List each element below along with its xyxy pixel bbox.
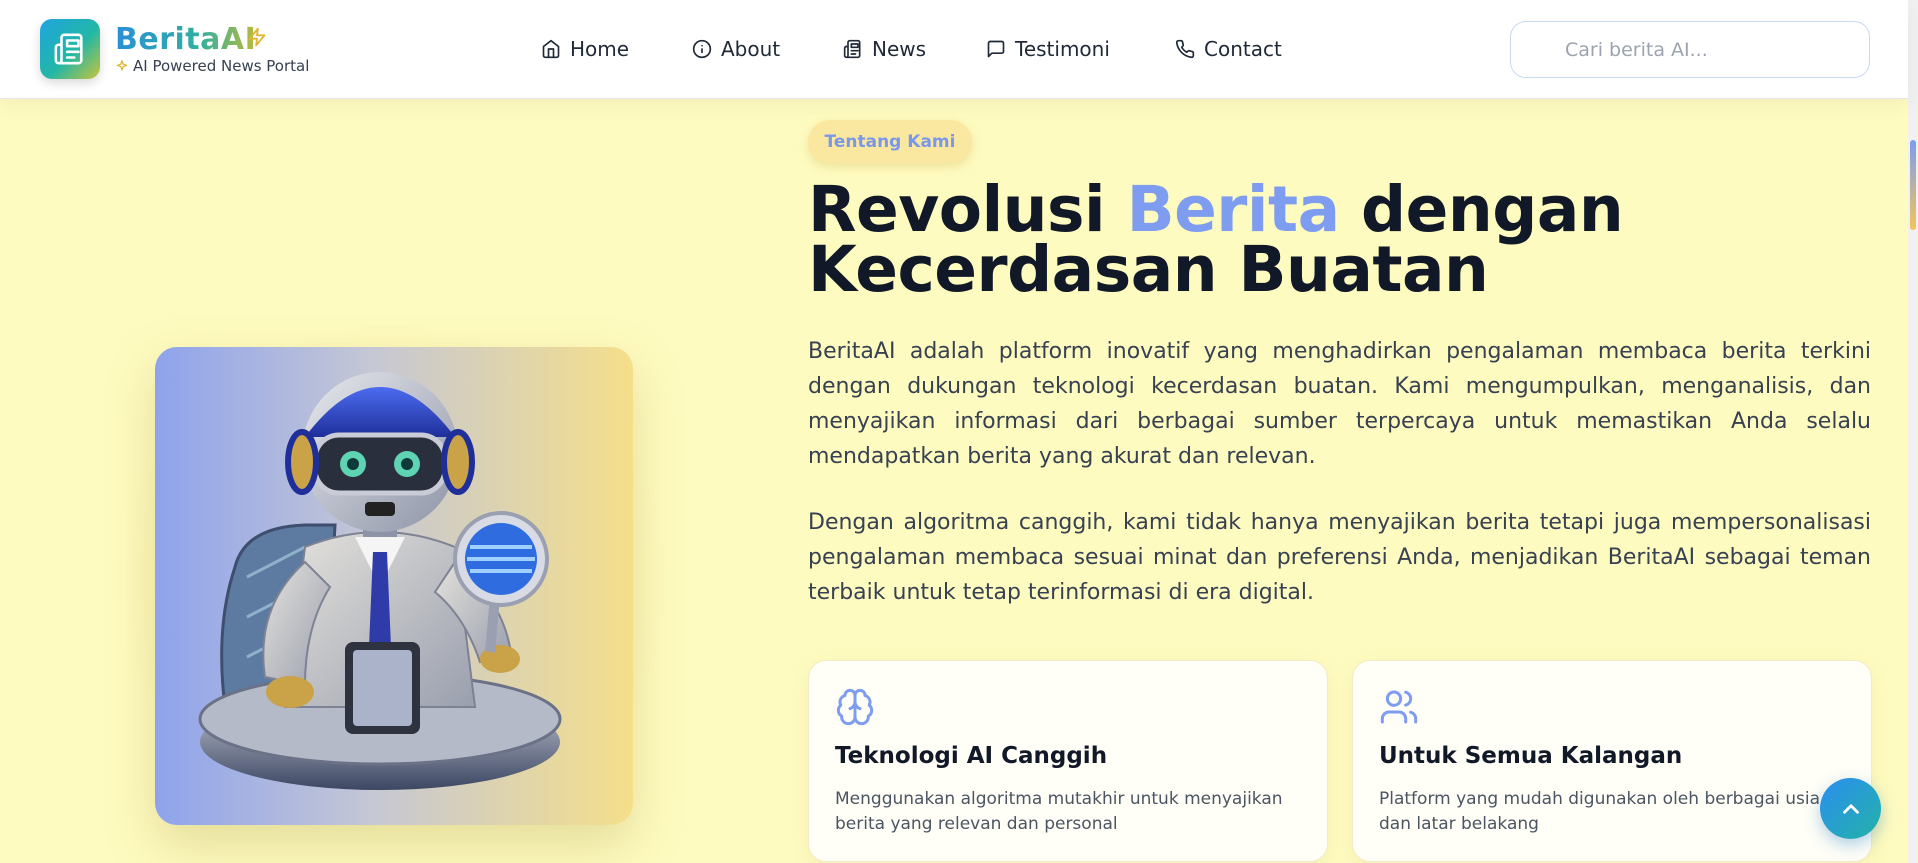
feature-card-audience: Untuk Semua Kalangan Platform yang mudah…	[1352, 660, 1872, 862]
chevron-up-icon	[1842, 803, 1859, 814]
newspaper-icon	[843, 39, 861, 59]
scrollbar-track[interactable]	[1908, 0, 1918, 863]
hero-title: Revolusi Berita dengan Kecerdasan Buatan	[808, 178, 1908, 301]
nav-news[interactable]: News	[843, 34, 926, 64]
robot-reporter-icon	[198, 372, 562, 790]
users-icon	[1380, 690, 1418, 724]
site-header: BeritaAI AI Powered News Portal Home Abo…	[0, 0, 1908, 99]
sparkles-icon	[116, 60, 128, 71]
feature-description: Platform yang mudah digunakan oleh berba…	[1379, 789, 1820, 834]
feature-description: Menggunakan algoritma mutakhir untuk men…	[835, 789, 1283, 834]
brain-icon	[836, 688, 874, 726]
lightning-icon	[248, 27, 266, 47]
brand-tagline: AI Powered News Portal	[115, 57, 309, 75]
nav-about-label: About	[721, 37, 781, 61]
info-icon	[692, 39, 712, 59]
logo-newspaper-icon[interactable]	[40, 19, 100, 79]
nav-about[interactable]: About	[692, 34, 780, 64]
scrollbar-thumb[interactable]	[1910, 140, 1916, 230]
search-input[interactable]	[1565, 36, 1845, 64]
phone-icon	[1175, 39, 1195, 59]
nav-home-label: Home	[570, 37, 630, 61]
feature-title: Untuk Semua Kalangan	[1379, 743, 1683, 769]
robot-illustration	[155, 347, 633, 825]
about-paragraph-2: Dengan algoritma canggih, kami tidak han…	[808, 510, 1871, 605]
section-badge: Tentang Kami	[808, 120, 972, 163]
home-icon	[542, 39, 560, 59]
tagline-text: AI Powered News Portal	[133, 57, 310, 75]
nav-testimoni-label: Testimoni	[1015, 37, 1110, 61]
nav-testimoni[interactable]: Testimoni	[986, 34, 1110, 64]
about-paragraph-1: BeritaAI adalah platform inovatif yang m…	[808, 339, 1871, 469]
feature-card-ai: Teknologi AI Canggih Menggunakan algorit…	[808, 660, 1328, 862]
message-square-icon	[987, 40, 1005, 58]
nav-news-label: News	[872, 37, 927, 61]
nav-contact[interactable]: Contact	[1175, 34, 1282, 64]
search-box	[1510, 21, 1870, 78]
nav-contact-label: Contact	[1204, 37, 1282, 61]
back-to-top-button[interactable]	[1820, 778, 1881, 839]
nav-home[interactable]: Home	[541, 34, 629, 64]
feature-title: Teknologi AI Canggih	[835, 743, 1108, 769]
brand-name[interactable]: BeritaAI	[115, 22, 256, 57]
